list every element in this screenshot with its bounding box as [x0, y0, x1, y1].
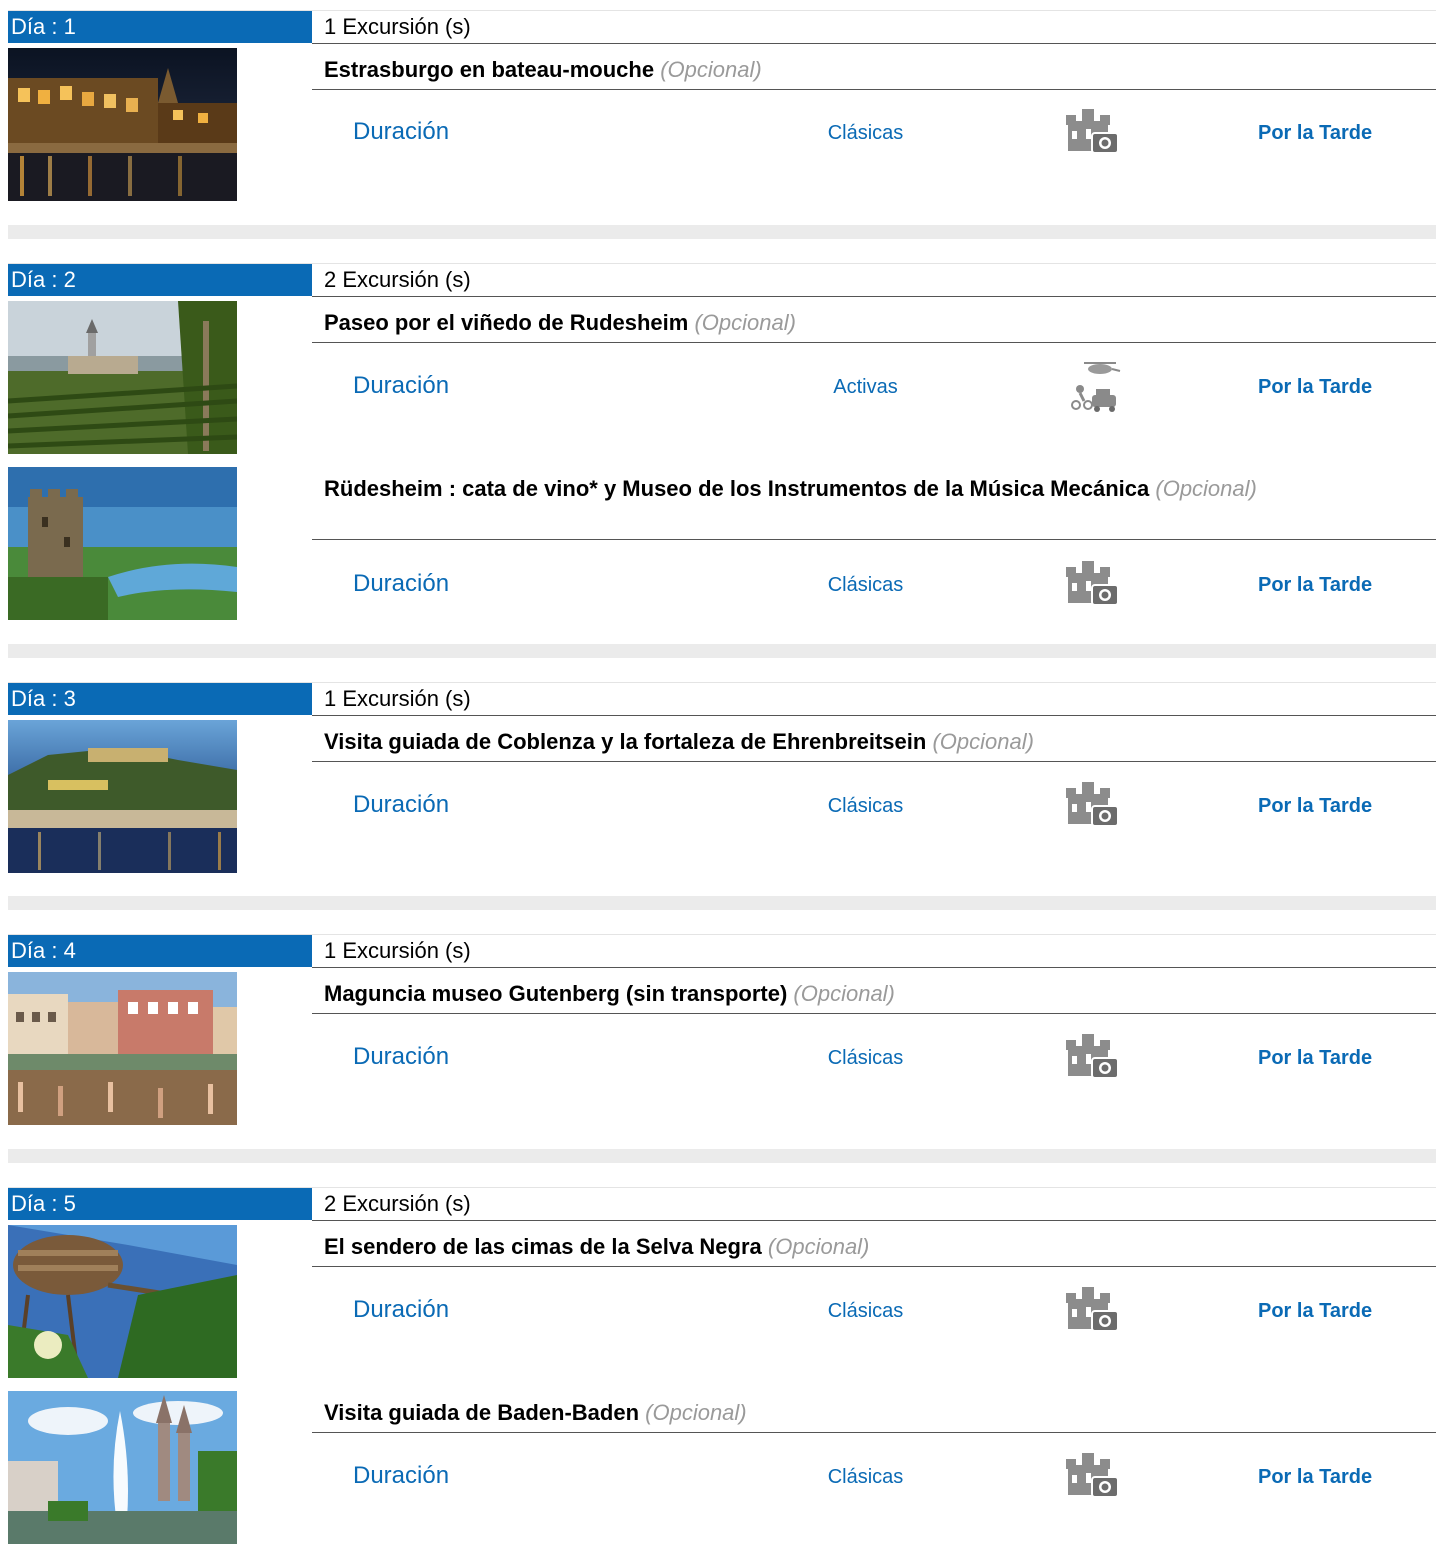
duration-label[interactable]: Duración [353, 570, 449, 598]
active-transport-icon [1062, 357, 1124, 419]
optional-label: (Opcional) [645, 1400, 747, 1425]
optional-label: (Opcional) [932, 729, 1034, 754]
duration-label[interactable]: Duración [353, 1296, 449, 1324]
castle-camera-icon [1062, 1028, 1124, 1090]
castle-camera-icon [1062, 1281, 1124, 1343]
divider [312, 1013, 1436, 1014]
divider [312, 296, 1436, 297]
divider [312, 967, 1436, 968]
time-of-day-label: Por la Tarde [1258, 1300, 1373, 1322]
category-label: Clásicas [827, 1466, 904, 1488]
excursion-count: 1 Excursión (s) [324, 938, 471, 963]
day-header: Día : 2 2 Excursión (s) [8, 264, 1436, 297]
excursion-count: 1 Excursión (s) [324, 14, 471, 39]
day-header: Día : 3 1 Excursión (s) [8, 683, 1436, 716]
duration-label[interactable]: Duración [353, 1462, 449, 1490]
divider [312, 89, 1436, 90]
divider [312, 342, 1436, 343]
category-label: Clásicas [827, 574, 904, 596]
day-label: Día : 2 [8, 264, 312, 296]
excursion-image[interactable] [8, 720, 237, 873]
divider [312, 1220, 1436, 1221]
time-of-day-label: Por la Tarde [1258, 1047, 1373, 1069]
castle-camera-icon [1062, 555, 1124, 617]
excursion-count: 1 Excursión (s) [324, 686, 471, 711]
day-label: Día : 5 [8, 1188, 312, 1220]
excursion-image[interactable] [8, 1225, 237, 1378]
castle-camera-icon [1062, 103, 1124, 165]
day-header: Día : 5 2 Excursión (s) [8, 1188, 1436, 1221]
duration-label[interactable]: Duración [353, 118, 449, 146]
excursion-image[interactable] [8, 467, 237, 620]
optional-label: (Opcional) [793, 981, 895, 1006]
category-label: Activas [833, 376, 898, 398]
excursion-image[interactable] [8, 1391, 237, 1544]
time-of-day-label: Por la Tarde [1258, 1466, 1373, 1488]
day-separator [8, 644, 1436, 658]
time-of-day-label: Por la Tarde [1258, 795, 1373, 817]
excursion-title[interactable]: El sendero de las cimas de la Selva Negr… [324, 1231, 1407, 1263]
category-label: Clásicas [827, 1300, 904, 1322]
duration-label[interactable]: Duración [353, 1043, 449, 1071]
divider [312, 761, 1436, 762]
optional-label: (Opcional) [767, 1234, 870, 1259]
optional-label: (Opcional) [1155, 476, 1257, 501]
day-separator [8, 896, 1436, 910]
day-separator [8, 225, 1436, 239]
divider [312, 539, 1436, 540]
excursion-title[interactable]: Paseo por el viñedo de Rudesheim (Opcion… [324, 307, 1407, 339]
excursion-title[interactable]: Visita guiada de Coblenza y la fortaleza… [324, 726, 1407, 758]
excursion-count: 2 Excursión (s) [324, 1191, 471, 1216]
excursion-title[interactable]: Visita guiada de Baden-Baden (Opcional) [324, 1397, 1407, 1429]
castle-camera-icon [1062, 1447, 1124, 1509]
divider [312, 1266, 1436, 1267]
time-of-day-label: Por la Tarde [1258, 574, 1373, 596]
excursion-image[interactable] [8, 972, 237, 1125]
time-of-day-label: Por la Tarde [1258, 376, 1373, 398]
excursion-image[interactable] [8, 48, 237, 201]
category-label: Clásicas [827, 795, 904, 817]
divider [312, 715, 1436, 716]
day-separator [8, 1149, 1436, 1163]
excursion-count: 2 Excursión (s) [324, 267, 471, 292]
category-label: Clásicas [827, 1047, 904, 1069]
day-header: Día : 1 1 Excursión (s) [8, 11, 1436, 44]
excursion-title[interactable]: Estrasburgo en bateau-mouche (Opcional) [324, 54, 1407, 86]
excursion-title[interactable]: Maguncia museo Gutenberg (sin transporte… [324, 978, 1407, 1010]
optional-label: (Opcional) [660, 57, 762, 82]
castle-camera-icon [1062, 776, 1124, 838]
optional-label: (Opcional) [694, 310, 796, 335]
day-label: Día : 3 [8, 683, 312, 715]
excursion-image[interactable] [8, 301, 237, 454]
day-label: Día : 1 [8, 11, 312, 43]
divider [312, 43, 1436, 44]
duration-label[interactable]: Duración [353, 791, 449, 819]
excursion-title[interactable]: Rüdesheim : cata de vino* y Museo de los… [324, 473, 1407, 505]
day-label: Día : 4 [8, 935, 312, 967]
duration-label[interactable]: Duración [353, 372, 449, 400]
time-of-day-label: Por la Tarde [1258, 122, 1373, 144]
divider [312, 1432, 1436, 1433]
category-label: Clásicas [827, 122, 904, 144]
day-header: Día : 4 1 Excursión (s) [8, 935, 1436, 968]
